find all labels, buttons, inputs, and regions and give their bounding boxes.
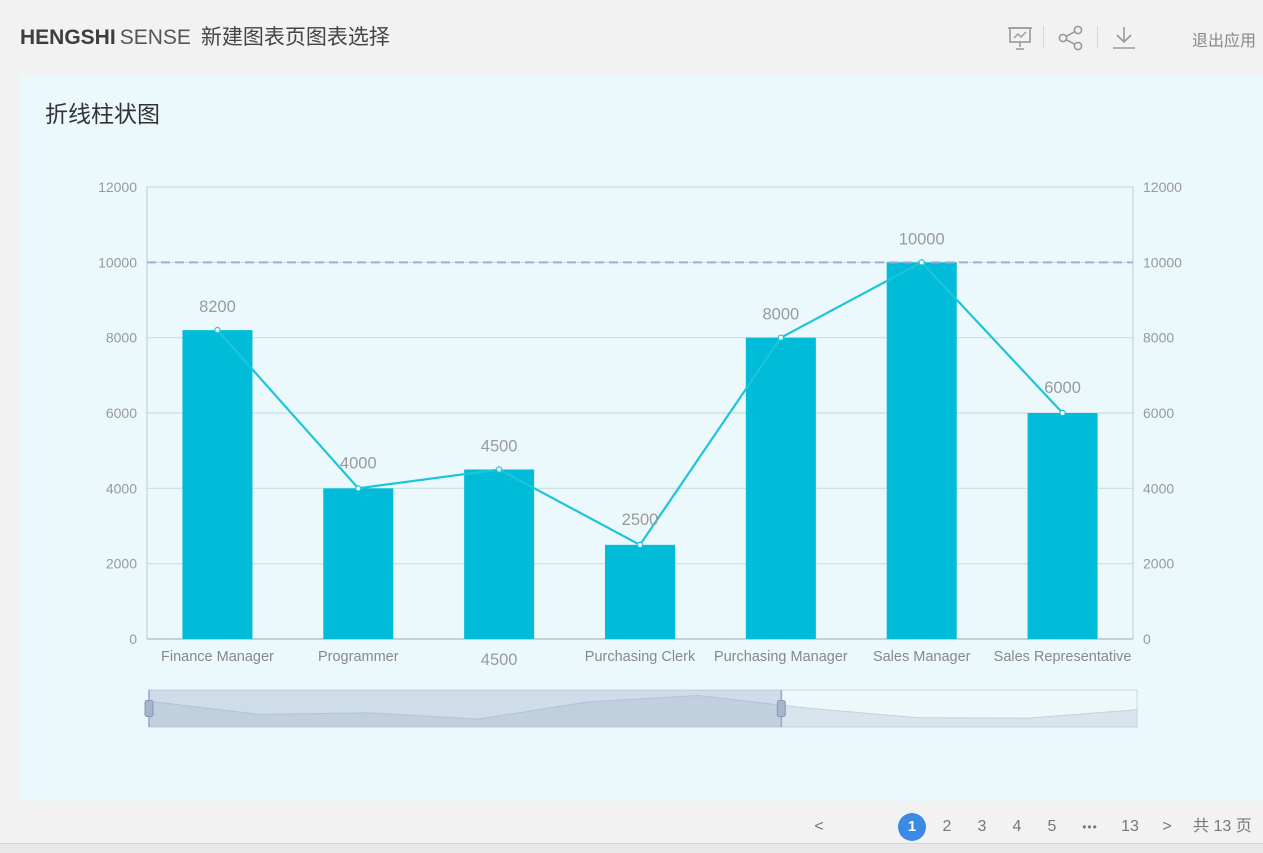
line-point [1059,409,1066,417]
zoom-handle-right[interactable] [776,700,786,717]
bar [464,469,535,639]
line-point [636,541,644,549]
page-ellipsis[interactable]: ••• [1075,812,1105,842]
x-category-label: Purchasing Manager [714,649,848,665]
brand-title: HENGSHI SENSE 新建图表页图表选择 [20,24,390,52]
line-point [214,326,221,334]
header-toolbar: 退出应用 [1003,22,1263,54]
total-pages: 共 13 页 [1193,818,1252,835]
y-right-tick-label: 4000 [1143,480,1174,496]
y-right-tick-label: 10000 [1143,254,1182,270]
download-icon[interactable] [1109,22,1139,54]
zoom-slider-selection[interactable] [149,690,782,727]
y-right-tick-label: 6000 [1143,405,1174,421]
chart-card: 折线柱状图 0 2000 4000 6000 8000 10000 12000 0 2000 40… [20,75,1263,801]
y-left-tick-label: 12000 [98,179,137,195]
line-point [777,334,785,341]
toolbar-divider [1043,26,1044,48]
x-category-label: Finance Manager [161,649,274,665]
y-right-tick-label: 0 [1143,631,1151,647]
line-point [355,485,362,492]
toolbar-divider [1097,26,1098,48]
page-title: 新建图表页图表选择 [200,26,390,49]
bar [323,488,394,639]
x-category-label: Purchasing Clerk [585,649,696,665]
page-button-3[interactable]: 3 [972,812,992,842]
page-button-2[interactable]: 2 [937,812,957,842]
data-label: 4500 [481,438,518,456]
y-left-tick-label: 6000 [106,405,137,421]
y-left-tick-label: 0 [129,631,137,647]
y-left-tick-label: 8000 [106,330,137,346]
bar [886,262,957,639]
data-label: 2500 [622,511,659,529]
y-right-tick-label: 2000 [1143,556,1174,572]
top-bar: HENGSHI SENSE 新建图表页图表选择 退出应用 [0,0,1263,72]
line-point [495,466,503,473]
bar [1027,413,1098,639]
bar [605,544,675,639]
page-button-4[interactable]: 4 [1007,812,1027,842]
data-label: 4000 [340,454,377,472]
exit-app-link[interactable]: 退出应用 [1192,27,1256,51]
y-left-tick-label: 2000 [106,556,137,572]
data-label: 10000 [899,230,945,248]
x-category-label: Sales Manager [873,649,971,665]
zoom-handle-left[interactable] [144,700,154,717]
y-left-tick-label: 4000 [106,480,137,496]
y-right-tick-label: 8000 [1143,330,1174,346]
page-button-13[interactable]: 13 [1117,812,1143,842]
page-button-5[interactable]: 5 [1042,812,1062,842]
bar [745,337,816,639]
next-page-button[interactable]: > [1157,812,1177,842]
pagination: < 1 2 3 4 5 ••• 13 > 共 13 页 [797,812,1263,842]
x-category-label: Sales Representative [994,649,1132,665]
present-icon[interactable] [1005,22,1035,54]
brand-name-bold: HENGSHI [20,26,116,49]
y-right-tick-label: 12000 [1143,179,1182,195]
prev-page-button[interactable]: < [809,812,829,842]
data-label: 6000 [1044,379,1081,397]
y-left-tick-label: 10000 [98,254,137,270]
share-icon[interactable] [1056,22,1086,54]
data-label: 8200 [199,298,236,316]
line-point [918,259,925,266]
data-label: 8000 [762,306,799,324]
x-category-label: 4500 [481,651,518,669]
page-button-1[interactable]: 1 [898,813,926,841]
brand-name-light: SENSE [119,26,191,49]
bar [182,330,253,639]
combo-chart: 0 2000 4000 6000 8000 10000 12000 0 2000 4000 6000… [98,179,1182,728]
x-category-label: Programmer [318,649,399,665]
